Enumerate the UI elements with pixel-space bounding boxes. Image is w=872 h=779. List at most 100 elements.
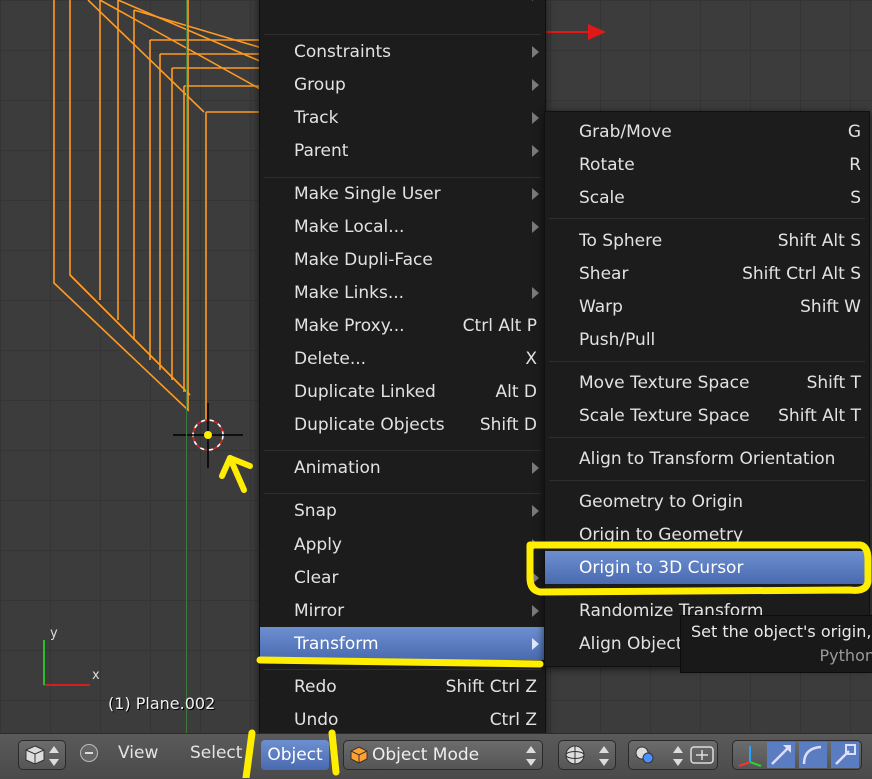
object-info: (1) Plane.002 [108,694,216,713]
menu-item-label: Duplicate Objects [294,414,445,435]
menu-item-label: Align Objects [579,633,692,654]
menu-item-make-links[interactable]: Make Links... [260,276,545,309]
pivot-icon [635,746,654,764]
axis-y-label: y [50,626,58,641]
menu-item-origin-to-3d-cursor[interactable]: Origin to 3D Cursor [545,551,869,584]
menu-item-shortcut: R [849,154,861,175]
object-mode-icon [350,746,368,764]
menu-item-make-dupli-face[interactable]: Make Dupli-Face [260,243,545,276]
submenu-arrow-icon [532,187,539,200]
translate-icon[interactable] [767,742,795,768]
menu-item-scale-texture-space[interactable]: Scale Texture Space Shift Alt T [545,399,869,432]
menu-item-transform[interactable]: Transform [260,627,545,660]
axis-x-label: x [92,668,100,683]
menu-item-shortcut: S [850,187,861,208]
menu-item-shortcut: Shift Alt T [778,405,861,426]
menu-item-redo[interactable]: Redo Shift Ctrl Z [260,670,545,703]
sphere-icon [565,745,585,765]
menu-item-label: To Sphere [579,230,663,251]
menu-item-label: Make Single User [294,183,441,204]
updown-icon [673,746,683,766]
tooltip-text: Set the object's origin, [691,622,872,641]
menu-item-make-single-user[interactable]: Make Single User [260,177,545,210]
menu-item-warp[interactable]: Warp Shift W [545,290,869,323]
editor-type-button[interactable] [18,740,66,770]
pivot-point-button[interactable] [628,740,718,770]
menu-item-make-local[interactable]: Make Local... [260,210,545,243]
menu-item-animation[interactable]: Animation [260,451,545,484]
menu-item-parent[interactable]: Parent [260,134,545,167]
menu-item-label: Animation [294,457,381,478]
menu-item-label: Geometry to Origin [579,491,744,512]
menu-item-scale[interactable]: Scale S [545,181,869,214]
menu-item-label: Make Proxy... [294,315,405,336]
menu-item-geometry-to-origin[interactable]: Geometry to Origin [545,485,869,518]
menu-item-shortcut: X [525,348,537,369]
menu-item-delete[interactable]: Delete... X [260,342,545,375]
menu-item-label: Grab/Move [579,121,672,142]
tooltip: Set the object's origin, Python [680,615,872,673]
menu-item-group[interactable]: Group [260,68,545,101]
menu-item-clear[interactable]: Clear [260,561,545,594]
menu-item-push-pull[interactable]: Push/Pull [545,323,869,356]
submenu-arrow-icon [532,461,539,474]
menu-item-track[interactable]: Track [260,101,545,134]
collapse-icon[interactable] [80,744,98,762]
select-menu[interactable]: Select [190,743,242,763]
menu-item-constraints[interactable]: Constraints [260,35,545,68]
submenu-arrow-icon [532,637,539,650]
updown-icon [526,746,536,766]
scale-icon[interactable] [831,742,859,768]
rotate-icon[interactable] [799,742,827,768]
menu-item-label: Origin to 3D Cursor [579,557,744,578]
menu-item-shortcut: G [847,121,861,142]
updown-icon [599,746,609,766]
menu-item-grab-move[interactable]: Grab/Move G [545,115,869,148]
menu-item-move-texture-space[interactable]: Move Texture Space Shift T [545,366,869,399]
menu-item-label: Make Links... [294,282,405,303]
menu-item-apply[interactable]: Apply [260,528,545,561]
object-menu-button[interactable]: Object [261,740,329,770]
menu-item-duplicate-linked[interactable]: Duplicate Linked Alt D [260,375,545,408]
menu-item-label: Push/Pull [579,329,656,350]
viewport-shading-button[interactable] [558,740,616,770]
tooltip-python: Python [819,646,872,665]
menu-item-label: Make Local... [294,216,405,237]
transform-manipulator-group[interactable] [732,740,862,770]
submenu-arrow-icon [532,111,539,124]
menu-item-to-sphere[interactable]: To Sphere Shift Alt S [545,224,869,257]
menu-item-game[interactable]: Game [260,0,545,11]
menu-item-origin-to-geometry[interactable]: Origin to Geometry [545,518,869,551]
menu-item-shortcut: Shift D [479,414,537,435]
menu-item-label: Duplicate Linked [294,381,436,402]
menu-item-shear[interactable]: Shear Shift Ctrl Alt S [545,257,869,290]
object-menu: Game Constraints Group Track Parent Make Sing… [259,0,546,736]
menu-item-label: Redo [294,676,337,697]
menu-item-rotate[interactable]: Rotate R [545,148,869,181]
menu-item-make-proxy[interactable]: Make Proxy... Ctrl Alt P [260,309,545,342]
menu-item-label: Undo [294,709,339,730]
menu-item-label: Parent [294,140,349,161]
view-menu[interactable]: View [118,743,158,763]
menu-item-snap[interactable]: Snap [260,494,545,527]
menu-item-label: Apply [294,534,342,555]
menu-item-align-to-transform-orientation[interactable]: Align to Transform Orientation [545,442,869,475]
submenu-arrow-icon [532,220,539,233]
menu-item-label: Clear [294,567,339,588]
menu-item-label: Group [294,74,346,95]
menu-item-duplicate-objects[interactable]: Duplicate Objects Shift D [260,408,545,441]
submenu-arrow-icon [532,0,539,1]
y-axis-line [186,0,187,733]
menu-item-label: Warp [579,296,623,317]
cube-icon [25,745,45,765]
menu-item-undo[interactable]: Undo Ctrl Z [260,703,545,736]
axis-manipulator-icon[interactable] [735,742,765,768]
menu-item-shortcut: Ctrl Alt P [462,315,537,336]
submenu-arrow-icon [532,571,539,584]
mode-select[interactable]: Object Mode [343,740,543,770]
menu-item-mirror[interactable]: Mirror [260,594,545,627]
transform-submenu: Grab/Move G Rotate R Scale S To Sphere Shift Al… [544,111,870,667]
submenu-arrow-icon [532,538,539,551]
submenu-arrow-icon [532,286,539,299]
menu-item-shortcut: Shift Alt S [777,230,861,251]
